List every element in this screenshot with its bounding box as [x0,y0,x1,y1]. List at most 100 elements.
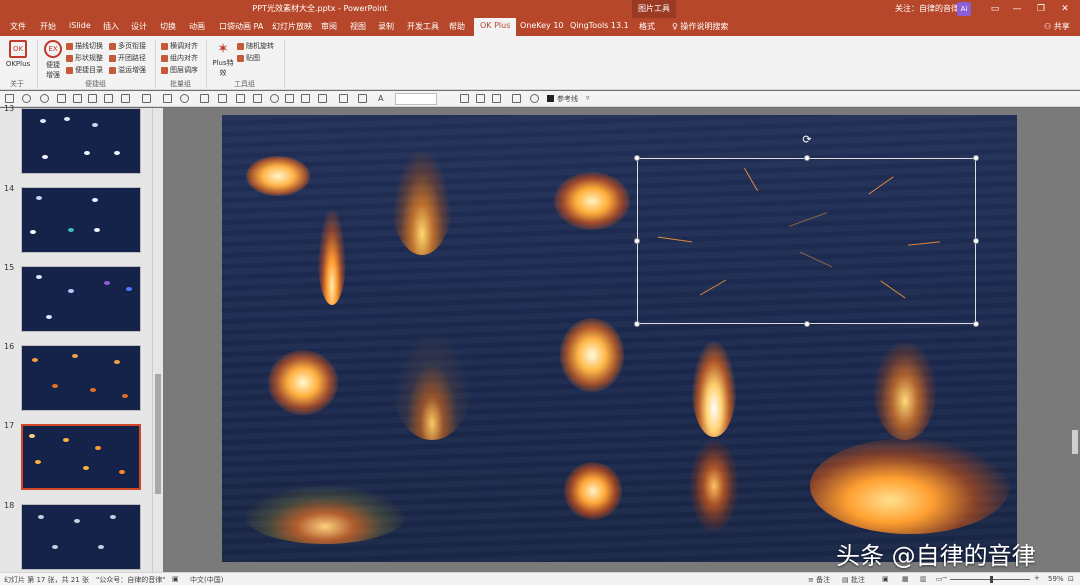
comments-button[interactable]: ▤ 批注 [842,575,865,585]
account-avatar[interactable]: Ai [957,2,971,16]
slide-thumbnail[interactable] [21,345,141,411]
zoom-level[interactable]: 59% [1048,575,1064,583]
format-painter-icon[interactable] [57,94,66,103]
editor-scrollbar[interactable] [1070,108,1080,572]
flame-column-effect[interactable] [692,342,736,437]
group-align-button[interactable]: 组内对齐 [161,53,198,63]
texture-button[interactable]: 贴图 [237,53,260,63]
reading-view-icon[interactable]: ▥ [920,575,927,583]
distribute-icon[interactable] [88,94,97,103]
multipage-link-button[interactable]: 多页衔接 [109,41,146,51]
customize-toolbar-icon[interactable]: ▿ [586,94,595,103]
tab-home[interactable]: 开始 [40,21,56,32]
align-icon[interactable] [73,94,82,103]
okplus-button[interactable]: OK OKPlus [3,40,33,68]
resize-handle[interactable] [634,238,640,244]
line-switch-button[interactable]: 描线切换 [66,41,103,51]
tab-transitions[interactable]: 切换 [160,21,176,32]
tab-insert[interactable]: 插入 [103,21,119,32]
resize-handle[interactable] [973,321,979,327]
shape-icon[interactable] [180,94,189,103]
fill-color-icon[interactable] [339,94,348,103]
close-button[interactable]: ✕ [1052,0,1078,18]
tab-okplus[interactable]: OK Plus [474,18,517,36]
ungroup-icon[interactable] [253,94,262,103]
wild-flame-effect[interactable] [874,342,936,440]
small-explosion-effect[interactable] [564,462,622,520]
zoom-slider-knob[interactable] [990,576,993,583]
resize-handle[interactable] [804,155,810,161]
align-adjust-button[interactable]: 横调对齐 [161,41,198,51]
distribute-vertical-icon[interactable] [512,94,521,103]
redo-icon[interactable] [40,94,49,103]
fire-arc-effect[interactable] [244,486,406,544]
slide-thumbnail-current[interactable] [21,424,141,490]
scrollbar-thumb[interactable] [1072,430,1078,454]
fire-burst-effect[interactable] [560,318,624,392]
tab-format[interactable]: 格式 [639,21,655,32]
share-button[interactable]: ⚇ 共享 [1044,21,1070,32]
fit-slide-icon[interactable]: ⊡ [1068,575,1074,583]
zoom-in-button[interactable]: + [1034,574,1040,582]
spark-burst-effect[interactable] [392,150,452,255]
resize-handle[interactable] [634,321,640,327]
circle-icon[interactable] [270,94,279,103]
group-icon[interactable] [476,94,485,103]
selected-picture[interactable] [637,158,976,324]
picture-icon[interactable] [318,94,327,103]
tab-file[interactable]: 文件 [10,21,26,32]
list-icon[interactable] [492,94,501,103]
paragraph-icon[interactable] [121,94,130,103]
tell-me-search[interactable]: ♀ 操作说明搜索 [672,21,728,32]
spellcheck-icon[interactable]: ▣ [172,575,179,583]
scrollbar-thumb[interactable] [155,374,161,494]
zoom-out-button[interactable]: − [942,574,948,582]
plus-effects-button[interactable]: ✶ Plus特效 [208,40,238,78]
shape-normalize-button[interactable]: 形状规整 [66,53,103,63]
slide-thumbnail[interactable] [21,266,141,332]
slide-thumbnail[interactable] [21,187,141,253]
thumbnails-scrollbar[interactable] [152,108,162,572]
quick-toc-button[interactable]: 便捷目录 [66,65,103,75]
tab-slideshow[interactable]: 幻灯片放映 [272,21,312,32]
notes-button[interactable]: ≡ 备注 [808,575,830,585]
font-size-input[interactable] [395,93,437,105]
layer-order-button[interactable]: 图层调序 [161,65,198,75]
slide-thumbnail[interactable] [21,504,141,570]
settings-icon[interactable] [530,94,539,103]
convenient-enhance-button[interactable]: EX 便捷增强 [38,40,68,80]
save-icon[interactable] [5,94,14,103]
slide-thumbnail[interactable] [21,108,141,174]
overflow-enhance-button[interactable]: 溢运增强 [109,65,146,75]
normal-view-icon[interactable]: ▣ [882,575,889,583]
outline-color-icon[interactable] [358,94,367,103]
tab-record[interactable]: 录制 [378,21,394,32]
resize-handle[interactable] [634,155,640,161]
crop-icon[interactable] [218,94,227,103]
rotate-tool-icon[interactable] [236,94,245,103]
explosion-effect[interactable] [554,172,630,230]
paint-icon[interactable] [200,94,209,103]
tab-animations[interactable]: 动画 [189,21,205,32]
random-rotate-button[interactable]: 随机旋转 [237,41,274,51]
tab-onekey[interactable]: OneKey 10 [520,21,564,30]
tab-view[interactable]: 视图 [350,21,366,32]
resize-handle[interactable] [973,238,979,244]
tab-developer[interactable]: 开发工具 [407,21,439,32]
smoke-fire-effect[interactable] [392,330,472,440]
resize-handle[interactable] [973,155,979,161]
resize-handle[interactable] [804,321,810,327]
tab-help[interactable]: 帮助 [449,21,465,32]
shape-fill-icon[interactable] [142,94,151,103]
curl-flame-effect[interactable] [690,440,738,532]
guides-checkbox[interactable] [547,95,554,102]
ground-fire-effect[interactable] [810,438,1010,534]
rotate-handle-icon[interactable]: ⟳ [801,134,813,146]
tab-review[interactable]: 审阅 [321,21,337,32]
tab-pocket-animation[interactable]: 口袋动画 PA [219,21,263,32]
font-color-icon[interactable]: A [378,94,387,103]
fireball-effect[interactable] [246,156,310,196]
blast-effect[interactable] [268,350,338,415]
language-indicator[interactable]: 中文(中国) [190,575,223,585]
tab-design[interactable]: 设计 [131,21,147,32]
